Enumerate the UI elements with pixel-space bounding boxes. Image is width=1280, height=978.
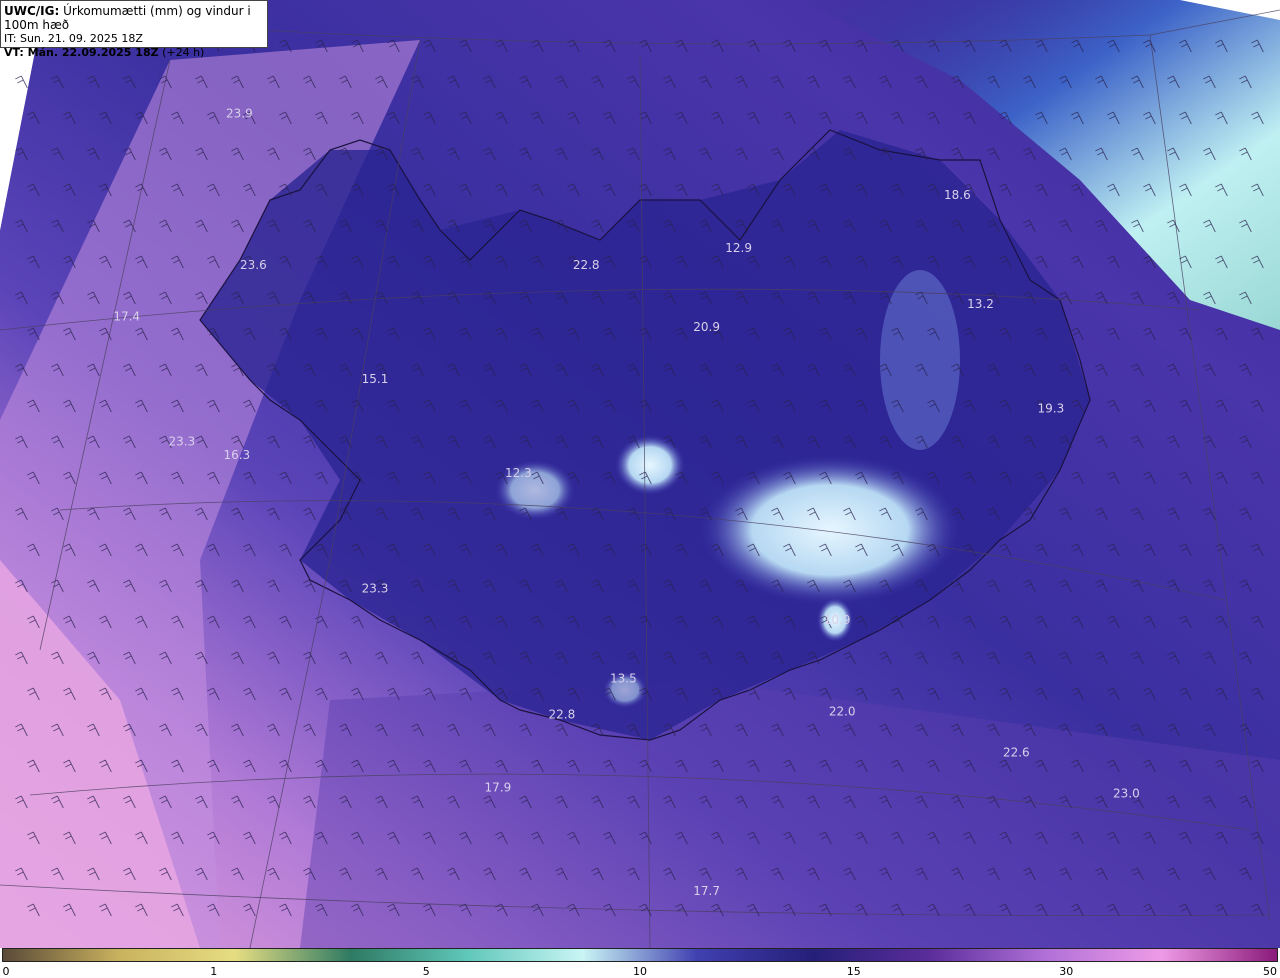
precip-value-label: 12.9 [725,241,752,255]
issue-time: IT: Sun. 21. 09. 2025 18Z [4,32,143,45]
precip-value-label: 22.8 [573,258,600,272]
precip-value-label: 18.6 [944,188,971,202]
precip-value-label: 19.3 [1038,401,1065,415]
precip-value-label: 22.0 [829,705,856,719]
precip-value-label: 23.9 [226,107,253,121]
precip-value-label: 13.2 [967,297,994,311]
precip-value-label: 23.0 [1113,786,1140,800]
colorbar-tick-label: 15 [846,965,861,978]
precip-value-label: 23.6 [240,258,267,272]
colorbar-tick-label: 0 [2,965,10,978]
weather-map: 23.9 23.6 17.4 22.8 12.9 18.6 13.2 20.9 15.1 19.3… [0,0,1280,948]
colorbar-tick-label: 5 [422,965,430,978]
precip-value-label: 17.9 [485,781,512,795]
model-label: UWC/IG: [4,4,60,18]
colorbar-tick-label: 50 [1263,965,1277,978]
precip-value-label: 23.3 [168,435,195,449]
precip-value-label: 16.3 [223,448,250,462]
map-title: UWC/IG: Úrkomumætti (mm) og vindur i 100… [4,4,264,32]
precip-value-label: 22.6 [1003,746,1030,760]
precip-value-label: 12.3 [505,466,532,480]
colorbar-tick-label: 10 [633,965,647,978]
valid-prefix: VT: [4,46,24,59]
valid-date: Mán. 22.09.2025 18Z [23,46,159,59]
precip-value-label: 17.4 [113,309,140,323]
colorbar: 0 1 5 10 15 30 50 [0,948,1280,978]
valid-lead: (+24 h) [158,46,205,59]
precip-value-label: 22.8 [549,708,576,722]
precip-value-label: 23.3 [362,582,389,596]
colorbar-tick-label: 1 [210,965,218,978]
colorbar-tick-label: 30 [1059,965,1074,978]
precip-value-label: 17.7 [693,884,720,898]
precip-value-label: 13.5 [610,672,637,686]
precip-value-label: 10.9 [824,613,851,627]
highland-east [880,270,960,450]
precip-value-label: 15.1 [362,372,389,386]
glacier-vatnajokull [700,455,960,605]
glacier-hofsjokull [615,435,685,495]
map-header: UWC/IG: Úrkomumætti (mm) og vindur i 100… [0,0,268,59]
colorbar-gradient [2,948,1278,962]
precip-value-label: 20.9 [693,320,720,334]
valid-time: VT: Mán. 22.09.2025 18Z (+24 h) [4,46,264,60]
